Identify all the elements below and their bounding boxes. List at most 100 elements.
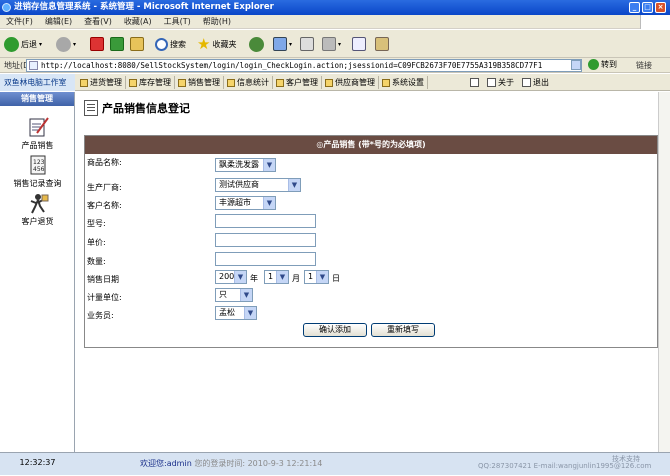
page-icon bbox=[29, 61, 38, 70]
go-arrow-icon bbox=[588, 59, 599, 70]
sidebar: 销售管理 产品销售 123 456 销售记录查询 客户退货 bbox=[0, 92, 75, 452]
edit-note-icon bbox=[470, 78, 479, 87]
unit-label: 计量单位: bbox=[87, 293, 122, 302]
submit-button[interactable]: 确认添加 bbox=[303, 323, 367, 337]
product-select[interactable]: 飘柔洗发露 ▼ bbox=[215, 158, 276, 172]
browser-toolbar: 后退 ▾ ▾ 搜索 ★ 收藏夹 ▾ ▾ bbox=[0, 30, 670, 58]
discuss-button[interactable] bbox=[352, 34, 366, 54]
clerk-select[interactable]: 孟松 ▼ bbox=[215, 306, 257, 320]
vertical-scrollbar[interactable] bbox=[658, 92, 670, 452]
menu-tools[interactable]: 工具(T) bbox=[158, 15, 197, 29]
address-url: http://localhost:8080/SellStockSystem/lo… bbox=[41, 61, 543, 70]
month-select[interactable]: 1 ▼ bbox=[264, 270, 289, 284]
favorites-button[interactable]: ★ 收藏夹 bbox=[197, 34, 236, 54]
page-header: 产品销售信息登记 bbox=[84, 100, 190, 116]
main-content: 产品销售信息登记 ◎产品销售 (带*号的为必填项) 商品名称: 飘柔洗发露 ▼ 生… bbox=[76, 92, 658, 452]
forward-button[interactable]: ▾ bbox=[56, 34, 76, 54]
row-unit: 计量单位: 只 ▼ bbox=[85, 288, 659, 305]
row-model: 型号: bbox=[85, 214, 659, 231]
menu-bar: 文件(F) 编辑(E) 查看(V) 收藏(A) 工具(T) 帮助(H) bbox=[0, 15, 670, 29]
mail-button[interactable]: ▾ bbox=[273, 34, 292, 54]
ie-icon bbox=[2, 3, 11, 12]
menu-view[interactable]: 查看(V) bbox=[78, 15, 118, 29]
nav-sales[interactable]: 销售管理 bbox=[175, 76, 224, 89]
address-dropdown[interactable] bbox=[571, 60, 581, 70]
menu-edit[interactable]: 编辑(E) bbox=[39, 15, 78, 29]
customer-label: 客户名称: bbox=[87, 201, 122, 210]
maker-select[interactable]: 测试供应商 ▼ bbox=[215, 178, 301, 192]
star-icon: ★ bbox=[197, 35, 211, 53]
home-button[interactable] bbox=[130, 34, 144, 54]
windows-logo-icon bbox=[640, 15, 670, 29]
close-button[interactable]: × bbox=[655, 2, 666, 13]
sidebar-item-sales-records[interactable]: 123 456 销售记录查询 bbox=[0, 154, 75, 189]
nav-purchase[interactable]: 进货管理 bbox=[77, 76, 126, 89]
stats-icon bbox=[227, 78, 235, 87]
about-icon bbox=[487, 78, 496, 87]
go-button[interactable]: 转到 bbox=[588, 59, 617, 70]
welcome-text: 欢迎您:admin 您的登录时间: 2010-9-3 12:21:14 bbox=[140, 459, 323, 468]
chevron-down-icon: ▼ bbox=[288, 179, 300, 191]
day-select[interactable]: 1 ▼ bbox=[304, 270, 329, 284]
minimize-button[interactable]: _ bbox=[629, 2, 640, 13]
purchase-icon bbox=[80, 78, 88, 87]
status-bar: 12:32:37 欢迎您:admin 您的登录时间: 2010-9-3 12:2… bbox=[0, 452, 670, 475]
price-label: 单价: bbox=[87, 238, 106, 247]
nav-about[interactable]: 关于 bbox=[483, 76, 518, 89]
qty-label: 数量: bbox=[87, 257, 106, 266]
messenger-button[interactable] bbox=[375, 34, 389, 54]
media-button[interactable] bbox=[249, 34, 264, 54]
nav-customers[interactable]: 客户管理 bbox=[273, 76, 322, 89]
nav-settings[interactable]: 系统设置 bbox=[379, 76, 428, 89]
sidebar-item-label: 销售记录查询 bbox=[13, 179, 62, 188]
links-button[interactable]: 链接 bbox=[636, 60, 652, 71]
nav-extra-icon-button[interactable] bbox=[466, 76, 483, 89]
nav-stats[interactable]: 信息统计 bbox=[224, 76, 273, 89]
document-icon bbox=[84, 100, 98, 116]
go-label: 转到 bbox=[601, 60, 617, 69]
menu-favorites[interactable]: 收藏(A) bbox=[118, 15, 158, 29]
sales-form: ◎产品销售 (带*号的为必填项) 商品名称: 飘柔洗发露 ▼ 生产厂商: 测试供应… bbox=[84, 135, 658, 348]
qty-input[interactable] bbox=[215, 252, 316, 266]
customer-select[interactable]: 丰源超市 ▼ bbox=[215, 196, 276, 210]
maximize-button[interactable]: □ bbox=[642, 2, 653, 13]
records-icon: 123 456 bbox=[30, 155, 45, 175]
row-maker: 生产厂商: 测试供应商 ▼ bbox=[85, 178, 659, 195]
model-input[interactable] bbox=[215, 214, 316, 228]
page-title: 产品销售信息登记 bbox=[102, 102, 190, 115]
back-button[interactable]: 后退 ▾ bbox=[4, 34, 42, 54]
print-button[interactable] bbox=[300, 34, 314, 54]
return-icon bbox=[30, 194, 48, 214]
svg-text:456: 456 bbox=[33, 166, 45, 173]
reset-button[interactable]: 重新填写 bbox=[371, 323, 435, 337]
ie-window: 进销存信息管理系统 - 系统管理 - Microsoft Internet Ex… bbox=[0, 0, 670, 475]
edit-button[interactable]: ▾ bbox=[322, 34, 341, 54]
sidebar-item-product-sales[interactable]: 产品销售 bbox=[0, 116, 75, 151]
product-label: 商品名称: bbox=[87, 158, 122, 167]
nav-logout[interactable]: 退出 bbox=[518, 76, 553, 89]
row-product: 商品名称: 飘柔洗发露 ▼ bbox=[85, 158, 659, 175]
chevron-down-icon: ▼ bbox=[263, 159, 275, 171]
sidebar-item-customer-return[interactable]: 客户退货 bbox=[0, 192, 75, 227]
chevron-down-icon: ▼ bbox=[234, 271, 246, 283]
chevron-down-icon: ▼ bbox=[316, 271, 328, 283]
media-icon bbox=[249, 36, 264, 52]
nav-stock[interactable]: 库存管理 bbox=[126, 76, 175, 89]
sales-icon bbox=[178, 78, 186, 87]
month-unit: 月 bbox=[292, 274, 300, 283]
menu-help[interactable]: 帮助(H) bbox=[197, 15, 237, 29]
search-button[interactable]: 搜索 bbox=[155, 34, 186, 54]
row-qty: 数量: bbox=[85, 252, 659, 269]
sidebar-header: 销售管理 bbox=[0, 92, 74, 106]
unit-select[interactable]: 只 ▼ bbox=[215, 288, 253, 302]
menu-file[interactable]: 文件(F) bbox=[0, 15, 39, 29]
address-input[interactable]: http://localhost:8080/SellStockSystem/lo… bbox=[26, 59, 582, 72]
back-label: 后退 bbox=[21, 39, 37, 49]
nav-suppliers[interactable]: 供应商管理 bbox=[322, 76, 379, 89]
price-input[interactable] bbox=[215, 233, 316, 247]
stop-button[interactable] bbox=[90, 34, 104, 54]
refresh-button[interactable] bbox=[110, 34, 124, 54]
row-buttons: 确认添加 重新填写 bbox=[85, 323, 659, 340]
pen-doc-icon bbox=[29, 117, 49, 137]
year-select[interactable]: 2000 ▼ bbox=[215, 270, 247, 284]
